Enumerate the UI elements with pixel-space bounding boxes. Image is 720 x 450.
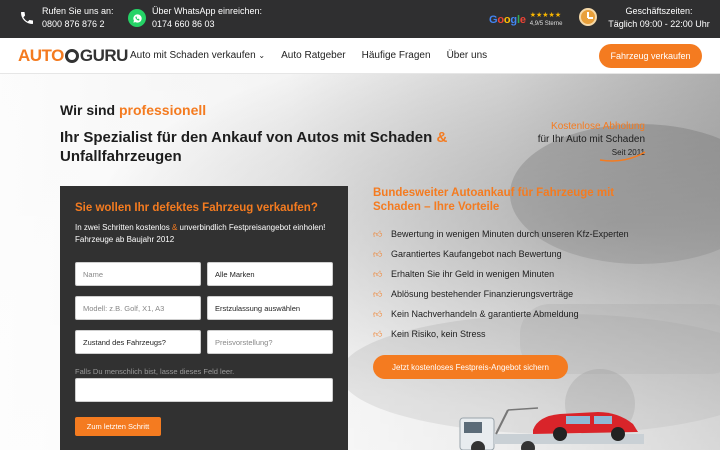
thumbs-up-icon: 👍︎ xyxy=(373,249,383,259)
chevron-down-icon: ⌄ xyxy=(258,51,266,60)
phone-contact[interactable]: Rufen Sie uns an: 0800 876 876 2 xyxy=(18,5,114,31)
business-hours: Geschäftszeiten: Täglich 09:00 - 22:00 U… xyxy=(604,5,714,31)
sell-form: Sie wollen Ihr defektes Fahrzeug verkauf… xyxy=(60,186,348,450)
phone-label: Rufen Sie uns an: xyxy=(42,6,114,16)
google-rating[interactable]: Google ★★★★★ 4,9/5 Sterne xyxy=(489,12,562,28)
whatsapp-contact[interactable]: Über WhatsApp einreichen: 0174 660 86 03 xyxy=(128,5,262,31)
title-part1: Ihr Spezialist für den Ankauf von Autos … xyxy=(60,129,437,146)
benefit-item: 👍︎ Kein Risiko, kein Stress xyxy=(373,324,683,344)
title-part2: Unfallfahrzeugen xyxy=(60,148,182,165)
condition-select[interactable]: Zustand des Fahrzeugs? xyxy=(75,330,201,354)
thumbs-up-icon: 👍︎ xyxy=(373,329,383,339)
tow-truck-illustration xyxy=(459,407,644,450)
benefit-item: 👍︎ Garantiertes Kaufangebot nach Bewertun… xyxy=(373,244,683,264)
benefit-text: Garantiertes Kaufangebot nach Bewertung xyxy=(391,249,562,259)
title-ampersand: & xyxy=(436,129,448,146)
nav-item-about-us[interactable]: Über uns xyxy=(447,50,488,61)
top-bar: Rufen Sie uns an: 0800 876 876 2 Über Wh… xyxy=(0,0,720,38)
sell-vehicle-button[interactable]: Fahrzeug verkaufen xyxy=(599,44,702,68)
name-input[interactable]: Name xyxy=(75,262,201,286)
benefits-list: 👍︎ Bewertung in wenigen Minuten durch uns… xyxy=(373,224,683,344)
hero-title: Ihr Spezialist für den Ankauf von Autos … xyxy=(60,128,480,166)
next-step-button[interactable]: Zum letzten Schritt xyxy=(75,417,161,436)
benefit-item: 👍︎ Kein Nachverhandeln & garantierte Abme… xyxy=(373,304,683,324)
benefit-text: Kein Nachverhandeln & garantierte Abmeld… xyxy=(391,309,579,319)
badge-line1: Kostenlose Abholung xyxy=(551,121,645,132)
benefit-text: Erhalten Sie ihr Geld in wenigen Minuten xyxy=(391,269,555,279)
whatsapp-label: Über WhatsApp einreichen: xyxy=(152,6,263,16)
thumbs-up-icon: 👍︎ xyxy=(373,309,383,319)
nav-item-sell-damaged-car[interactable]: Auto mit Schaden verkaufen ⌄ xyxy=(130,50,265,61)
honeypot-label: Falls Du menschlich bist, lasse dieses F… xyxy=(75,367,235,376)
logo-auto: AUTO xyxy=(18,46,64,65)
nav-item-faq[interactable]: Häufige Fragen xyxy=(362,50,431,61)
hours-label: Geschäftszeiten: xyxy=(625,6,693,16)
phone-icon xyxy=(18,9,36,27)
rating-stars: ★★★★★ xyxy=(529,12,562,19)
get-offer-button[interactable]: Jetzt kostenloses Festpreis-Angebot sich… xyxy=(373,355,568,379)
hours-value: Täglich 09:00 - 22:00 Uhr xyxy=(608,19,710,29)
benefit-text: Kein Risiko, kein Stress xyxy=(391,329,486,339)
benefit-item: 👍︎ Ablösung bestehender Finanzierungsvert… xyxy=(373,284,683,304)
price-input[interactable]: Preisvorstellung? xyxy=(207,330,333,354)
honeypot-input[interactable] xyxy=(75,378,333,402)
logo-guru: GURU xyxy=(79,46,129,65)
thumbs-up-icon: 👍︎ xyxy=(373,229,383,239)
whatsapp-number[interactable]: 0174 660 86 03 xyxy=(152,18,262,31)
benefits-title: Bundesweiter Autoankauf für Fahrzeuge mi… xyxy=(373,187,615,213)
badge-line2: für Ihr Auto mit Schaden xyxy=(537,134,645,145)
logo-wheel-icon xyxy=(64,49,79,63)
benefit-text: Ablösung bestehender Finanzierungsverträ… xyxy=(391,289,574,299)
kicker-highlight: professionell xyxy=(119,102,207,118)
form-title: Sie wollen Ihr defektes Fahrzeug verkauf… xyxy=(75,202,318,214)
model-input[interactable]: Modell: z.B. Golf, X1, A3 xyxy=(75,296,201,320)
thumbs-up-icon: 👍︎ xyxy=(373,269,383,279)
clock-icon xyxy=(579,8,597,26)
kicker-text: Wir sind xyxy=(60,102,119,118)
site-logo[interactable]: AUTO GURU xyxy=(18,46,128,66)
registration-select[interactable]: Erstzulassung auswählen xyxy=(207,296,333,320)
thumbs-up-icon: 👍︎ xyxy=(373,289,383,299)
desc-part1: In zwei Schritten kostenlos xyxy=(75,223,172,232)
benefit-item: 👍︎ Bewertung in wenigen Minuten durch uns… xyxy=(373,224,683,244)
hero-kicker: Wir sind professionell xyxy=(60,102,206,118)
benefit-text: Bewertung in wenigen Minuten durch unser… xyxy=(391,229,629,239)
phone-number[interactable]: 0800 876 876 2 xyxy=(42,18,114,31)
google-logo: Google xyxy=(489,14,526,26)
whatsapp-icon xyxy=(128,9,146,27)
benefit-item: 👍︎ Erhalten Sie ihr Geld in wenigen Minut… xyxy=(373,264,683,284)
badge-underline-swoosh xyxy=(599,151,646,162)
brand-select[interactable]: Alle Marken xyxy=(207,262,333,286)
form-description: In zwei Schritten kostenlos & unverbindl… xyxy=(75,222,337,246)
rating-text: 4,9/5 Sterne xyxy=(529,21,563,27)
nav-item-car-guide[interactable]: Auto Ratgeber xyxy=(281,50,346,61)
nav-item-label: Auto mit Schaden verkaufen xyxy=(130,50,256,61)
